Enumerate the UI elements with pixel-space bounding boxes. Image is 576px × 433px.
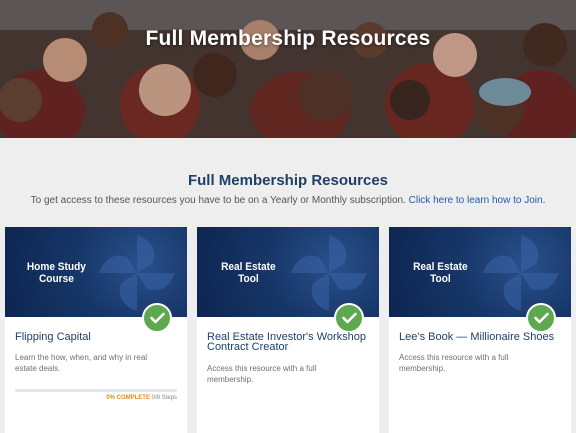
check-icon [526, 303, 556, 333]
resource-card-contract-creator[interactable]: Real Estate Tool Real Estate Investor's … [197, 227, 379, 433]
check-icon [142, 303, 172, 333]
progress-steps: 0/8 Steps [151, 395, 177, 401]
hero-overlay [0, 0, 576, 138]
card-description: Access this resource with a full members… [399, 353, 509, 373]
pinwheel-logo-icon [99, 235, 175, 311]
section-title: Full Membership Resources [187, 172, 389, 189]
card-title[interactable]: Real Estate Investor's Workshop Contract… [207, 332, 372, 353]
hero-banner: Full Membership Resources [0, 0, 576, 138]
banner-label: Home Study Course [26, 261, 86, 285]
pinwheel-logo-icon [483, 235, 559, 311]
card-title[interactable]: Flipping Capital [15, 332, 180, 343]
check-icon [334, 303, 364, 333]
banner-label: Real Estate Tool [413, 261, 468, 285]
card-title[interactable]: Lee’s Book — Millionaire Shoes [399, 332, 564, 343]
card-description: Learn the how, when, and why in real est… [15, 353, 148, 373]
progress-label: 0% COMPLETE 0/8 Steps [106, 395, 177, 401]
resource-card-millionaire-shoes[interactable]: Real Estate Tool Lee’s Book — Millionair… [389, 227, 571, 433]
subscription-note: To get access to these resources you hav… [30, 195, 406, 206]
pinwheel-logo-icon [291, 235, 367, 311]
banner-label: Real Estate Tool [221, 261, 276, 285]
section-subtitle: To get access to these resources you hav… [0, 195, 576, 206]
join-link[interactable]: Click here to learn how to Join. [409, 195, 546, 206]
progress-percent: 0% COMPLETE [106, 395, 150, 401]
progress-bar [15, 389, 177, 392]
card-description: Access this resource with a full members… [207, 364, 317, 384]
hero-title: Full Membership Resources [145, 27, 431, 50]
resource-card-flipping-capital[interactable]: Home Study Course Flipping Capital Learn… [5, 227, 187, 433]
